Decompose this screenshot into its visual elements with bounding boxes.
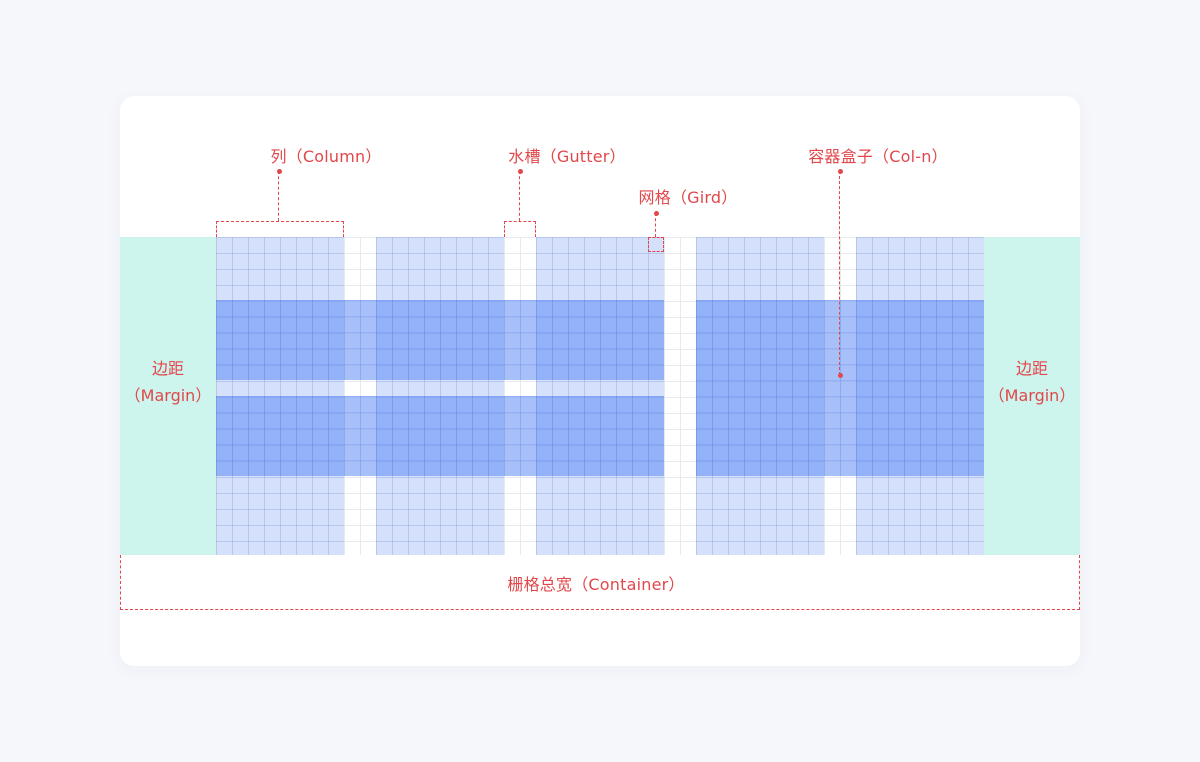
grid-area: 边距 （Margin） 边距 （Margin） — [120, 237, 1080, 555]
col-n-pointer-line — [839, 171, 840, 375]
gutter-bracket — [504, 221, 536, 237]
margin-left-label: 边距 （Margin） — [124, 359, 212, 405]
container-label: 栅格总宽（Container） — [507, 575, 685, 594]
column-label: 列（Column） — [270, 147, 382, 166]
container-box-row-1 — [216, 300, 664, 380]
grid-pointer-line — [655, 213, 656, 237]
margin-right-label: 边距 （Margin） — [988, 359, 1076, 405]
grid-cell-marker — [648, 237, 664, 252]
col-n-label: 容器盒子（Col-n） — [808, 147, 948, 166]
column-pointer-line — [278, 171, 279, 221]
gutter-label: 水槽（Gutter） — [508, 147, 626, 166]
container-box-row-2 — [216, 396, 664, 476]
column-bracket — [216, 221, 344, 237]
col-n-target-dot — [837, 372, 843, 378]
container-box-right — [696, 300, 984, 476]
grid-label: 网格（Gird） — [638, 188, 738, 207]
gutter-pointer-line — [519, 171, 520, 221]
diagram-card: 列（Column） 水槽（Gutter） 网格（Gird） 容器盒子（Col-n… — [120, 96, 1080, 666]
